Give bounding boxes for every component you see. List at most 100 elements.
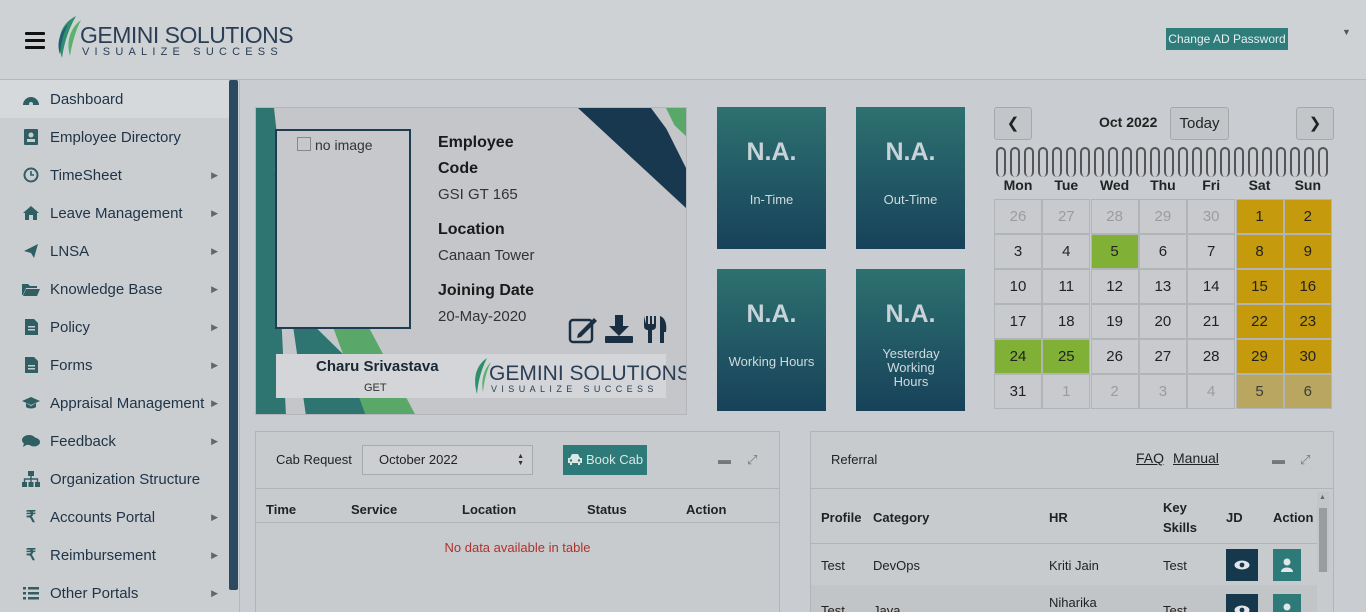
col-time[interactable]: Time: [266, 502, 296, 517]
expand-icon[interactable]: ⤢: [1300, 452, 1310, 468]
calendar-day[interactable]: 15: [1235, 269, 1284, 304]
col-status[interactable]: Status: [587, 502, 627, 517]
calendar-day[interactable]: 18: [1042, 304, 1091, 339]
month-select[interactable]: October 2022 ▲ ▼: [362, 445, 533, 475]
calendar-day[interactable]: 31: [994, 374, 1042, 409]
sidebar-item-timesheet[interactable]: TimeSheet ▶: [0, 156, 229, 194]
col-key-skills[interactable]: Key Skills: [1163, 498, 1203, 538]
calendar-day[interactable]: 28: [1090, 199, 1139, 234]
sidebar-item-employee-directory[interactable]: Employee Directory: [0, 118, 229, 156]
book-cab-button[interactable]: Book Cab: [563, 445, 647, 475]
card-logo-tagline: VISUALIZE SUCCESS: [491, 384, 658, 394]
col-category[interactable]: Category: [873, 510, 929, 525]
sidebar-item-label: Employee Directory: [50, 128, 181, 146]
col-location[interactable]: Location: [462, 502, 516, 517]
calendar-day[interactable]: 17: [994, 304, 1042, 339]
download-icon[interactable]: [604, 314, 634, 344]
calendar-day[interactable]: 3: [994, 234, 1042, 269]
sidebar-item-label: Accounts Portal: [50, 508, 156, 526]
calendar-day[interactable]: 21: [1187, 304, 1236, 339]
col-referral-action[interactable]: Action: [1273, 510, 1313, 525]
calendar-day[interactable]: 5: [1090, 234, 1139, 269]
calendar-day[interactable]: 29: [1235, 339, 1284, 374]
sidebar-item-knowledge-base[interactable]: Knowledge Base ▶: [0, 270, 229, 308]
sidebar-item-feedback[interactable]: Feedback ▶: [0, 422, 229, 460]
sidebar-item-lnsa[interactable]: LNSA ▶: [0, 232, 229, 270]
calendar-day[interactable]: 29: [1138, 199, 1187, 234]
edit-icon[interactable]: [568, 314, 598, 344]
sidebar-item-organization-structure[interactable]: Organization Structure: [0, 460, 229, 498]
manual-link[interactable]: Manual: [1173, 450, 1219, 466]
calendar-day[interactable]: 30: [1187, 199, 1236, 234]
calendar-day[interactable]: 26: [1090, 339, 1139, 374]
faq-link[interactable]: FAQ: [1136, 450, 1164, 466]
today-button[interactable]: Today: [1170, 107, 1229, 140]
sidebar-item-leave-management[interactable]: Leave Management ▶: [0, 194, 229, 232]
calendar-day[interactable]: 3: [1138, 374, 1187, 409]
scrollbar-thumb[interactable]: [1319, 508, 1327, 572]
calendar-day[interactable]: 8: [1235, 234, 1284, 269]
sidebar-scrollbar[interactable]: [229, 80, 238, 590]
calendar-day[interactable]: 25: [1042, 339, 1091, 374]
change-ad-password-button[interactable]: Change AD Password: [1166, 28, 1288, 50]
minimize-icon[interactable]: ▬: [718, 452, 731, 467]
calendar-day[interactable]: 2: [1090, 374, 1139, 409]
calendar-day[interactable]: 1: [1042, 374, 1091, 409]
joining-date-label: Joining Date: [438, 282, 535, 299]
clock-icon: [22, 167, 40, 183]
calendar-day[interactable]: 30: [1283, 339, 1332, 374]
expand-icon[interactable]: ⤢: [747, 452, 757, 468]
col-service[interactable]: Service: [351, 502, 397, 517]
calendar-day[interactable]: 10: [994, 269, 1042, 304]
sidebar-item-other-portals[interactable]: Other Portals ▶: [0, 574, 229, 612]
prev-month-button[interactable]: ❮: [994, 107, 1032, 140]
referral-user-button[interactable]: [1273, 549, 1301, 581]
calendar-day[interactable]: 28: [1187, 339, 1236, 374]
calendar-day[interactable]: 6: [1138, 234, 1187, 269]
referral-user-button[interactable]: [1273, 594, 1301, 612]
calendar-day[interactable]: 12: [1090, 269, 1139, 304]
calendar-day[interactable]: 13: [1138, 269, 1187, 304]
sidebar-item-dashboard[interactable]: Dashboard: [0, 80, 229, 118]
calendar-day[interactable]: 1: [1235, 199, 1284, 234]
sidebar-item-reimbursement[interactable]: ₹ Reimbursement ▶: [0, 536, 229, 574]
view-jd-button[interactable]: [1226, 549, 1258, 581]
scroll-up-icon[interactable]: ▲: [1319, 494, 1326, 501]
calendar-day[interactable]: 4: [1187, 374, 1236, 409]
calendar-day[interactable]: 6: [1283, 374, 1332, 409]
chevron-right-icon: ▶: [211, 245, 218, 256]
user-icon: [1281, 558, 1293, 572]
sidebar-item-forms[interactable]: Forms ▶: [0, 346, 229, 384]
calendar-day[interactable]: 24: [994, 339, 1042, 374]
calendar-day[interactable]: 27: [1138, 339, 1187, 374]
calendar-day[interactable]: 16: [1283, 269, 1332, 304]
calendar-day[interactable]: 4: [1042, 234, 1091, 269]
calendar-day[interactable]: 2: [1283, 199, 1332, 234]
sidebar-item-appraisal-management[interactable]: Appraisal Management ▶: [0, 384, 229, 422]
calendar-day[interactable]: 5: [1235, 374, 1284, 409]
calendar-day[interactable]: 23: [1283, 304, 1332, 339]
company-logo[interactable]: GEMINI SOLUTIONS VISUALIZE SUCCESS: [54, 14, 294, 62]
calendar-day[interactable]: 7: [1187, 234, 1236, 269]
sidebar-item-policy[interactable]: Policy ▶: [0, 308, 229, 346]
calendar-day[interactable]: 20: [1138, 304, 1187, 339]
view-jd-button[interactable]: [1226, 594, 1258, 612]
user-menu-caret-icon[interactable]: ▼: [1342, 27, 1351, 37]
col-hr[interactable]: HR: [1049, 510, 1068, 525]
col-profile[interactable]: Profile: [821, 510, 861, 525]
calendar-day[interactable]: 22: [1235, 304, 1284, 339]
calendar-day[interactable]: 27: [1042, 199, 1091, 234]
calendar-day[interactable]: 26: [994, 199, 1042, 234]
calendar-day[interactable]: 11: [1042, 269, 1091, 304]
menu-toggle-icon[interactable]: [25, 32, 45, 50]
utensils-icon[interactable]: [640, 314, 670, 344]
calendar-day[interactable]: 19: [1090, 304, 1139, 339]
referral-scrollbar[interactable]: ▲: [1317, 492, 1329, 572]
col-action[interactable]: Action: [686, 502, 726, 517]
minimize-icon[interactable]: ▬: [1272, 452, 1285, 467]
calendar-day[interactable]: 9: [1283, 234, 1332, 269]
col-jd[interactable]: JD: [1226, 510, 1243, 525]
next-month-button[interactable]: ❯: [1296, 107, 1334, 140]
sidebar-item-accounts-portal[interactable]: ₹ Accounts Portal ▶: [0, 498, 229, 536]
calendar-day[interactable]: 14: [1187, 269, 1236, 304]
